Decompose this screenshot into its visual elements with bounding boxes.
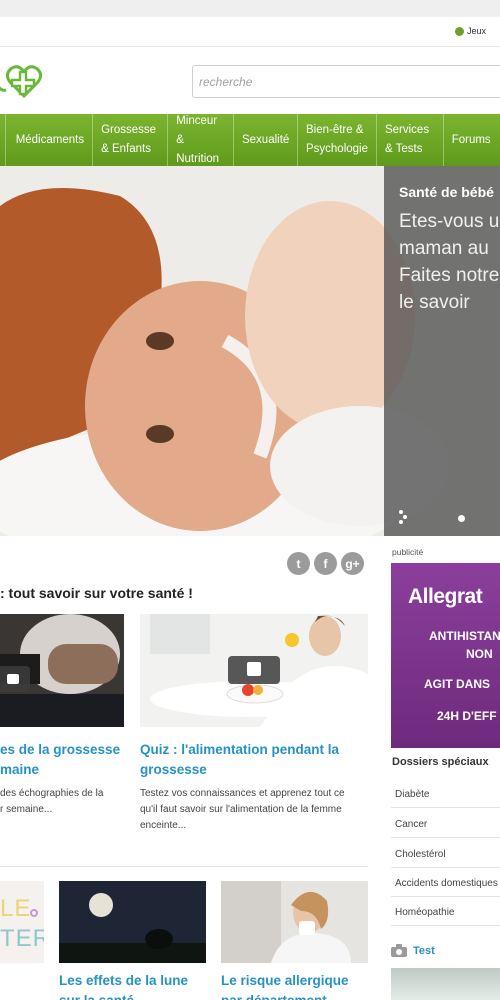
facebook-icon[interactable]: f xyxy=(314,552,337,575)
card-description: des échographies de la r semaine... xyxy=(0,788,104,815)
nav-item-label: Médicaments xyxy=(15,133,85,146)
twitter-icon[interactable]: t xyxy=(287,552,310,575)
dossier-link[interactable]: Diabète xyxy=(391,780,500,808)
card-description: Testez vos connaissances et apprenez tou… xyxy=(140,788,345,831)
card-title[interactable]: es de la grossesse maine xyxy=(0,740,120,780)
card-image xyxy=(221,881,368,963)
ad-text: AGIT DANS xyxy=(424,677,490,691)
games-icon xyxy=(454,26,464,36)
hero-slider[interactable]: Santé de bébé Etes-vous u maman au Faite… xyxy=(0,166,500,536)
card-title[interactable]: Le risque allergique par département xyxy=(221,971,349,1000)
nav-item-forums[interactable]: Forums xyxy=(442,114,500,166)
nav-item-label: Minceur & Nutrition xyxy=(176,114,220,165)
hero-kicker: Santé de bébé xyxy=(399,184,494,200)
nav-item-grossesse[interactable]: Grossesse & Enfants xyxy=(92,114,167,166)
social-buttons: t f g+ xyxy=(287,552,364,575)
hero-text: Etes-vous u maman au Faites notre le sav… xyxy=(399,211,500,313)
nav-item-label: Sexualité xyxy=(241,133,290,146)
games-label: Jeux xyxy=(466,26,486,36)
test-image[interactable] xyxy=(391,968,500,1000)
test-section[interactable]: Test xyxy=(391,944,435,957)
card-image: LE TER xyxy=(0,881,44,963)
nav-item-label: Bien-être & Psychologie xyxy=(305,124,368,155)
nav-item-label: Grossesse & Enfants xyxy=(101,124,157,155)
search-input[interactable] xyxy=(192,65,500,98)
camera-icon xyxy=(391,944,407,957)
divider xyxy=(0,866,368,867)
nav-item-sexualite[interactable]: Sexualité xyxy=(232,114,297,166)
card-title[interactable]: Les effets de la lune sur la santé xyxy=(59,971,188,1000)
card-image xyxy=(0,614,124,727)
ad-text: ANTIHISTAN xyxy=(429,629,500,643)
slider-dot-active[interactable] xyxy=(458,515,465,522)
card-image xyxy=(59,881,206,963)
utility-bar: Jeux xyxy=(0,17,500,47)
top-strip xyxy=(0,0,500,17)
dossier-link[interactable]: Accidents domestiques xyxy=(391,869,500,897)
nav-item-bien-etre[interactable]: Bien-être & Psychologie xyxy=(296,114,376,166)
page: Jeux Médicaments Grossesse & Enfants Min… xyxy=(0,0,500,1000)
dossier-link[interactable]: Homéopathie xyxy=(391,898,500,926)
section-title: : tout savoir sur votre santé ! xyxy=(0,585,193,601)
ad-label: publicité xyxy=(392,547,424,557)
dossier-link[interactable]: Cholestérol xyxy=(391,840,500,868)
advertisement[interactable]: Allegrat ANTIHISTAN NON AGIT DANS 24H D'… xyxy=(391,563,500,748)
ad-brand: Allegrat xyxy=(408,585,483,608)
ribbon-icon xyxy=(30,909,38,917)
header xyxy=(0,48,500,114)
nav-item-label: Services & Tests xyxy=(384,124,430,155)
nav-item-services[interactable]: Services & Tests xyxy=(375,114,443,166)
google-plus-icon[interactable]: g+ xyxy=(341,552,364,575)
ad-text: NON xyxy=(466,647,493,661)
dossier-link[interactable]: Cancer xyxy=(391,810,500,838)
share-icon[interactable] xyxy=(398,510,408,524)
hero-caption-panel[interactable]: Santé de bébé Etes-vous u maman au Faite… xyxy=(384,166,500,536)
logo[interactable] xyxy=(0,60,54,100)
nav-item-minceur[interactable]: Minceur & Nutrition xyxy=(167,114,233,166)
nav-item-medicaments[interactable]: Médicaments xyxy=(4,114,92,166)
games-link[interactable]: Jeux xyxy=(454,26,486,36)
nav-item-label: Forums xyxy=(451,133,491,146)
card-title[interactable]: Quiz : l'alimentation pendant la grosses… xyxy=(140,740,368,780)
card-image xyxy=(140,614,368,727)
main-nav: Médicaments Grossesse & Enfants Minceur … xyxy=(0,114,500,166)
test-label: Test xyxy=(413,944,435,957)
ad-text: 24H D'EFF xyxy=(437,709,497,723)
dossiers-title: Dossiers spéciaux xyxy=(392,756,489,768)
